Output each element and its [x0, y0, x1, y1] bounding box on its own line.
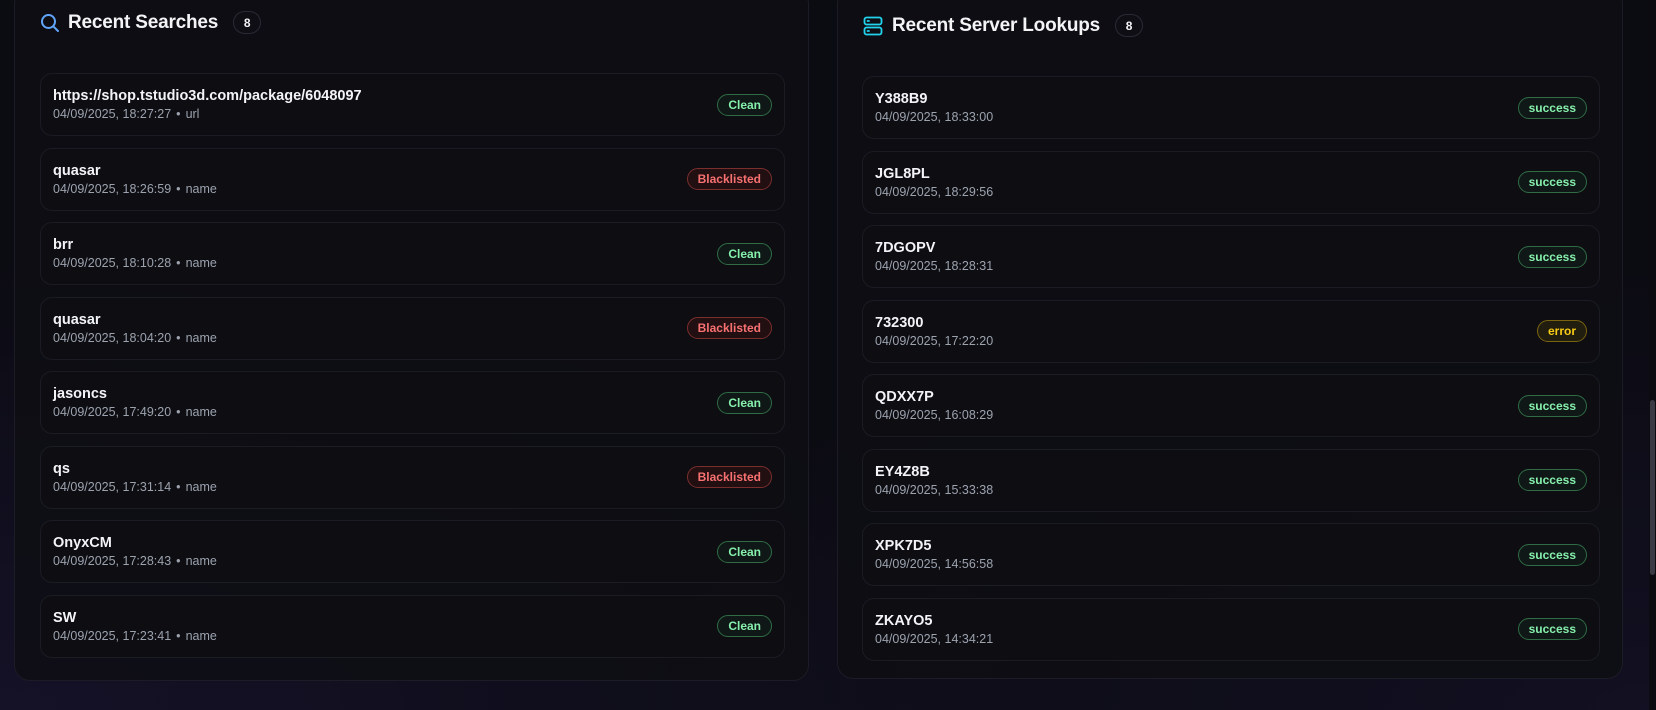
- lookup-timestamp: 04/09/2025, 18:33:00: [875, 110, 994, 124]
- recent-server-lookups-panel: Recent Server Lookups 8 Y388B9 04/09/202…: [837, 0, 1623, 679]
- status-badge: success: [1517, 543, 1587, 566]
- search-row[interactable]: jasoncs 04/09/2025, 17:49:20 • name Clean: [40, 371, 785, 434]
- search-row[interactable]: brr 04/09/2025, 18:10:28 • name Clean: [40, 222, 785, 285]
- search-row[interactable]: OnyxCM 04/09/2025, 17:28:43 • name Clean: [40, 520, 785, 583]
- search-timestamp: 04/09/2025, 18:10:28: [53, 256, 172, 270]
- server-code: 732300: [875, 314, 924, 331]
- recent-server-lookups-list: Y388B9 04/09/2025, 18:33:00 success JGL8…: [862, 76, 1600, 672]
- search-meta: 04/09/2025, 17:31:14 • name: [53, 479, 217, 494]
- status-badge: Blacklisted: [686, 168, 772, 190]
- status-badge: error: [1536, 320, 1587, 342]
- server-code: EY4Z8B: [875, 463, 930, 480]
- lookup-timestamp: 04/09/2025, 14:56:58: [875, 557, 994, 571]
- scrollbar-thumb[interactable]: [1650, 400, 1655, 575]
- recent-searches-count-badge: 8: [233, 11, 262, 34]
- status-badge: success: [1517, 96, 1587, 119]
- search-row[interactable]: quasar 04/09/2025, 18:26:59 • name Blackli…: [40, 147, 785, 211]
- search-row[interactable]: SW 04/09/2025, 17:23:41 • name Clean: [40, 594, 785, 658]
- search-timestamp: 04/09/2025, 17:31:14: [53, 479, 172, 494]
- recent-searches-list: https://shop.tstudio3d.com/package/60480…: [40, 73, 785, 669]
- status-badge: Clean: [717, 615, 772, 637]
- search-meta: 04/09/2025, 18:04:20 • name: [53, 330, 217, 345]
- server-code: JGL8PL: [875, 165, 930, 182]
- status-badge: Clean: [717, 242, 772, 265]
- lookup-row[interactable]: QDXX7P 04/09/2025, 16:08:29 success: [862, 374, 1600, 437]
- search-type: name: [185, 256, 217, 270]
- recent-searches-panel: Recent Searches 8 https://shop.tstudio3d…: [14, 0, 809, 681]
- lookup-row[interactable]: Y388B9 04/09/2025, 18:33:00 success: [862, 76, 1600, 139]
- search-query: SW: [53, 609, 77, 626]
- lookup-row[interactable]: XPK7D5 04/09/2025, 14:56:58 success: [862, 523, 1600, 586]
- lookup-row[interactable]: 7DGOPV 04/09/2025, 18:28:31 success: [862, 225, 1600, 288]
- lookup-timestamp: 04/09/2025, 14:34:21: [875, 631, 994, 646]
- status-badge: success: [1517, 394, 1587, 417]
- search-type: name: [185, 628, 217, 643]
- search-meta: 04/09/2025, 17:49:20 • name: [53, 405, 217, 419]
- search-query: https://shop.tstudio3d.com/package/60480…: [53, 88, 362, 104]
- search-row[interactable]: quasar 04/09/2025, 18:04:20 • name Blackli…: [40, 296, 785, 360]
- server-code: XPK7D5: [875, 538, 932, 554]
- lookup-timestamp: 04/09/2025, 15:33:38: [875, 482, 994, 497]
- lookup-timestamp: 04/09/2025, 16:08:29: [875, 408, 994, 422]
- search-type: name: [185, 554, 217, 568]
- search-row[interactable]: qs 04/09/2025, 17:31:14 • name Blacklisted: [40, 445, 785, 509]
- server-code: ZKAYO5: [875, 612, 933, 629]
- status-badge: Blacklisted: [686, 466, 772, 488]
- search-timestamp: 04/09/2025, 18:27:27: [53, 107, 172, 121]
- search-icon: [40, 13, 60, 33]
- search-meta: 04/09/2025, 18:27:27 • url: [53, 107, 200, 121]
- search-meta: 04/09/2025, 18:26:59 • name: [53, 181, 217, 196]
- search-meta: 04/09/2025, 17:23:41 • name: [53, 628, 217, 643]
- status-badge: success: [1517, 469, 1587, 491]
- search-query: quasar: [53, 162, 101, 179]
- lookup-timestamp: 04/09/2025, 17:22:20: [875, 333, 994, 348]
- page-scrollbar[interactable]: [1649, 0, 1656, 710]
- recent-server-lookups-title: Recent Server Lookups: [892, 14, 1101, 36]
- search-type: name: [185, 479, 217, 494]
- recent-searches-header: Recent Searches 8: [40, 11, 262, 34]
- lookup-row[interactable]: 732300 04/09/2025, 17:22:20 error: [862, 299, 1600, 363]
- status-badge: success: [1517, 245, 1587, 268]
- search-query: OnyxCM: [53, 535, 112, 551]
- search-query: qs: [53, 460, 70, 477]
- status-badge: Clean: [717, 391, 772, 414]
- search-type: name: [185, 181, 217, 196]
- search-timestamp: 04/09/2025, 17:28:43: [53, 554, 172, 568]
- status-badge: success: [1517, 171, 1587, 193]
- search-timestamp: 04/09/2025, 17:49:20: [53, 405, 172, 419]
- server-icon: [862, 15, 884, 37]
- search-timestamp: 04/09/2025, 18:26:59: [53, 181, 172, 196]
- status-badge: success: [1517, 618, 1587, 640]
- server-code: QDXX7P: [875, 389, 934, 405]
- search-meta: 04/09/2025, 17:28:43 • name: [53, 554, 217, 568]
- search-query: quasar: [53, 311, 101, 328]
- lookup-row[interactable]: JGL8PL 04/09/2025, 18:29:56 success: [862, 150, 1600, 214]
- lookup-timestamp: 04/09/2025, 18:28:31: [875, 259, 994, 273]
- search-row[interactable]: https://shop.tstudio3d.com/package/60480…: [40, 73, 785, 136]
- status-badge: Blacklisted: [686, 317, 772, 339]
- recent-searches-title: Recent Searches: [68, 11, 219, 33]
- server-code: 7DGOPV: [875, 240, 936, 256]
- search-meta: 04/09/2025, 18:10:28 • name: [53, 256, 217, 270]
- status-badge: Clean: [717, 540, 772, 563]
- search-type: name: [185, 405, 217, 419]
- lookup-row[interactable]: EY4Z8B 04/09/2025, 15:33:38 success: [862, 448, 1600, 512]
- search-query: brr: [53, 237, 74, 253]
- search-type: name: [185, 330, 217, 345]
- search-timestamp: 04/09/2025, 17:23:41: [53, 628, 172, 643]
- server-code: Y388B9: [875, 91, 928, 107]
- recent-server-lookups-count-badge: 8: [1115, 14, 1144, 37]
- search-type: url: [185, 107, 200, 121]
- status-badge: Clean: [717, 93, 772, 116]
- recent-server-lookups-header: Recent Server Lookups 8: [862, 14, 1144, 37]
- search-query: jasoncs: [53, 386, 107, 402]
- search-timestamp: 04/09/2025, 18:04:20: [53, 330, 172, 345]
- lookup-timestamp: 04/09/2025, 18:29:56: [875, 184, 994, 199]
- lookup-row[interactable]: ZKAYO5 04/09/2025, 14:34:21 success: [862, 597, 1600, 661]
